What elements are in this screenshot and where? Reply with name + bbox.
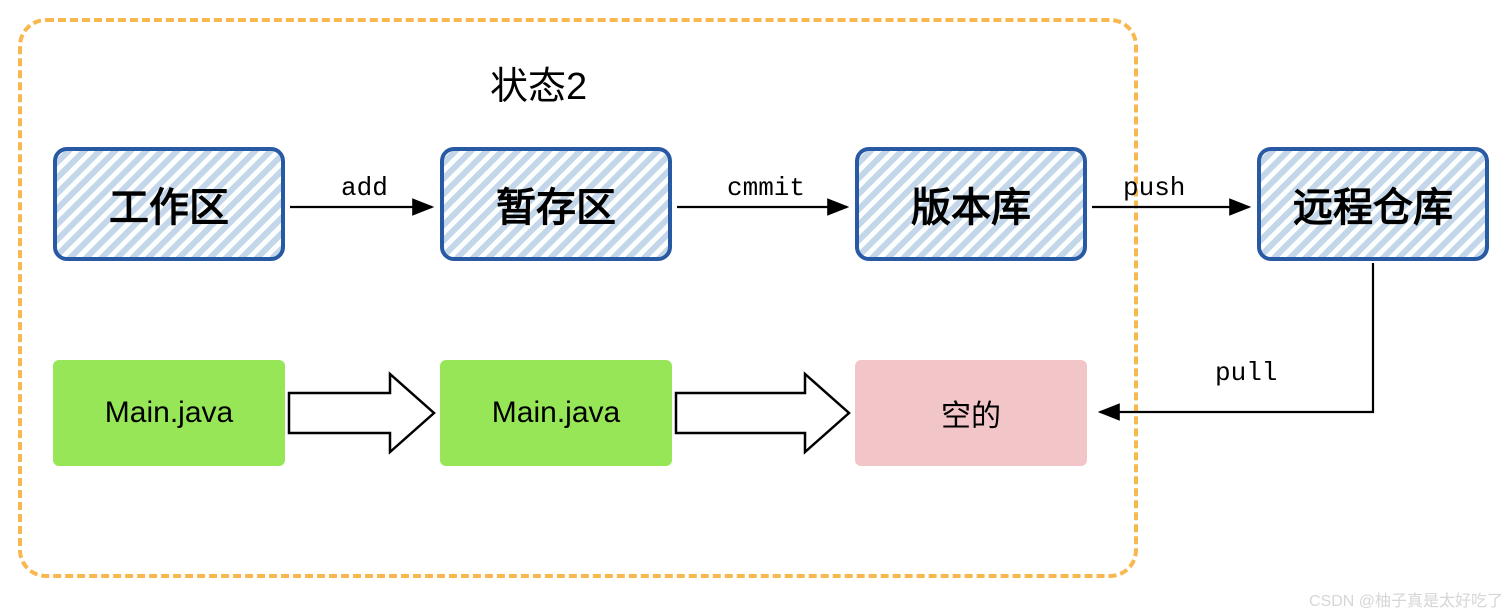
arrow-label-commit: cmmit: [727, 173, 805, 203]
area-working: 工作区: [53, 147, 285, 261]
arrow-label-pull: pull: [1215, 358, 1277, 388]
arrow-label-push: push: [1123, 173, 1185, 203]
repo-content: 空的: [855, 360, 1087, 466]
area-staging: 暂存区: [440, 147, 672, 261]
arrow-label-add: add: [341, 173, 388, 203]
diagram-title: 状态2: [490, 55, 587, 110]
repo-content-label: 空的: [941, 391, 1001, 435]
area-repo-label: 版本库: [911, 175, 1031, 233]
staging-content: Main.java: [440, 360, 672, 466]
area-working-label: 工作区: [109, 175, 229, 233]
area-repo: 版本库: [855, 147, 1087, 261]
working-content-label: Main.java: [105, 396, 233, 430]
working-content: Main.java: [53, 360, 285, 466]
arrow-pull-icon: [1100, 263, 1373, 412]
area-remote-label: 远程仓库: [1293, 175, 1453, 233]
staging-content-label: Main.java: [492, 396, 620, 430]
area-remote: 远程仓库: [1257, 147, 1489, 261]
area-staging-label: 暂存区: [496, 175, 616, 233]
watermark: CSDN @柚子真是太好吃了: [1309, 587, 1503, 611]
